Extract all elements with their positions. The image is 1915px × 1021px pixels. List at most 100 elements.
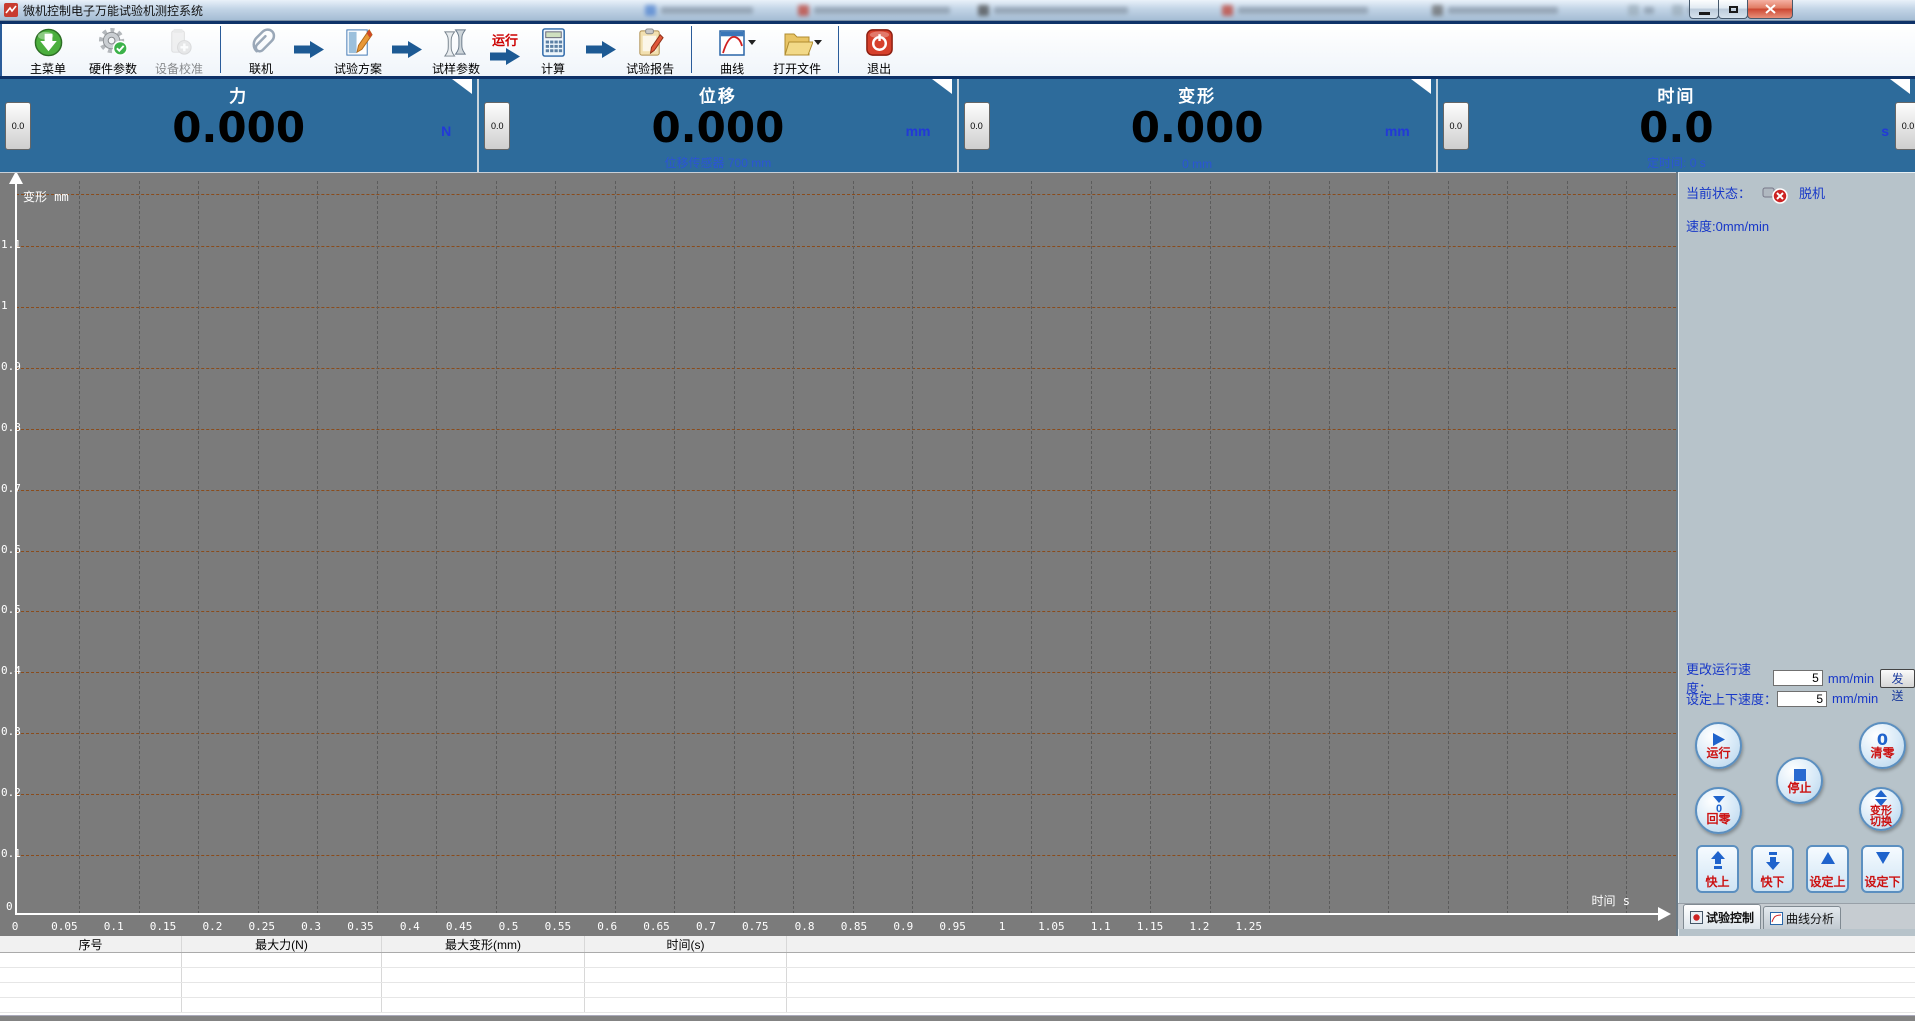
toolbar-button-14[interactable]: 曲线 [709,26,757,77]
y-tick-label: 0.8 [1,420,21,434]
round-button-label: 停止 [1787,780,1812,795]
x-tick-label: 0.65 [643,920,670,933]
close-button[interactable] [1747,0,1793,19]
workflow-arrow-icon [586,26,617,72]
dropdown-caret-icon[interactable] [814,40,823,45]
jog-button-0[interactable]: 快上 [1696,845,1739,893]
round-button-1[interactable]: 0 清零 [1859,722,1906,769]
v-gridline [1447,181,1449,914]
minimize-button[interactable] [1689,0,1719,19]
window-title: 微机控制电子万能试验机测控系统 [23,3,204,18]
toolbar-button-10[interactable]: 计算 [530,26,576,77]
v-gridline [138,181,140,914]
x-tick-label: 0.45 [445,920,473,933]
v-gridline [1090,181,1092,914]
toolbar-button-label: 硬件参数 [89,62,138,76]
table-cell [382,983,585,997]
window-controls [1689,0,1793,19]
workflow-arrow-icon [392,26,423,72]
table-cell [382,968,585,982]
toolbar-button-12[interactable]: 试验报告 [626,26,674,77]
zero-icon: 0 [1876,730,1889,749]
table-cell [0,968,182,982]
side-tab-1[interactable]: 曲线分析 [1763,906,1842,929]
x-tick-label: 0.9 [893,920,914,933]
toolbar-button-15[interactable]: 打开文件 [773,26,823,77]
x-tick-label: 0.2 [202,920,223,933]
jog-button-2[interactable]: 设定上 [1806,845,1849,893]
workflow-arrow-icon: 运行 [490,26,521,72]
app-icon [4,3,18,17]
x-tick-label: 0.1 [103,920,124,933]
jog-button-3[interactable]: 设定下 [1861,845,1904,893]
h-gridline [16,306,1676,308]
x-tick-label: 0 [11,920,19,933]
table-header-cell: 最大力(N) [182,936,382,952]
round-button-2[interactable]: 停止 [1776,757,1823,804]
table-row [0,983,1915,998]
table-cell [585,968,787,982]
v-gridline [1031,181,1032,914]
jog-button-1[interactable]: 快下 [1751,845,1794,893]
x-tick-label: 1 [998,920,1006,933]
toolbar-button-4[interactable]: 联机 [238,26,284,77]
table-header-cell: 时间(s) [585,936,787,952]
y-axis-arrow-icon [9,173,23,184]
readout-value: 0.000 [172,103,306,152]
v-gridline [1150,181,1151,914]
toolbar-button-1[interactable]: 硬件参数 [89,26,137,77]
chart-area: 1.1 1 0.9 0.8 0.7 0.6 0.5 0.4 0.3 0.2 0.1 0 0 0.05 0.1… [0,172,1676,936]
peak-value-box: 0.0 [963,102,990,150]
side-tab-label: 试验控制 [1706,910,1755,925]
readout-panel-2: 0.0 变形 0.000 mm 0 mm [959,79,1438,172]
dropdown-caret-icon[interactable] [748,40,757,45]
readout-unit: N [441,123,452,139]
x-tick-label: 0.8 [794,920,815,933]
toolbar-button-label: 试验方案 [334,62,383,76]
specimen-params-icon [440,26,473,59]
y-tick-label: 0.1 [1,847,21,860]
toolbar-button-label: 联机 [249,62,274,76]
side-tab-bar: 试验控制 曲线分析 [1678,903,1915,929]
toolbar-button-label: 主菜单 [29,62,66,76]
x-tick-label: 0.25 [248,920,276,933]
deform-switch-icon [1874,790,1888,806]
blurred-window-title [798,4,950,17]
updown-speed-input[interactable] [1777,690,1828,707]
round-button-0[interactable]: 运行 [1695,722,1742,769]
v-gridline [495,181,497,914]
x-tick-label: 0.75 [742,920,769,933]
corner-notch-icon [452,79,473,94]
restore-icon [1728,5,1738,13]
send-button[interactable]: 发送 [1880,668,1915,703]
h-gridline [16,611,1676,613]
v-gridline [971,181,973,914]
toolbar-button-8[interactable]: 试样参数 [432,26,480,77]
round-button-4[interactable]: 变形切换 [1859,787,1903,831]
side-tab-0[interactable]: 试验控制 [1683,904,1762,929]
control-panel: 当前状态： 脱机 速度:0mm/min 更改运行速度： mm/min 发送 设定… [1676,172,1915,936]
y-tick-label: 0.2 [1,786,21,800]
results-table: 序号 最大力(N) 最大变形(mm) 时间(s) [0,936,1915,1015]
v-gridline [1388,181,1389,914]
v-gridline [1209,181,1211,914]
x-tick-label: 0.35 [347,920,374,933]
y-tick-label: 1.1 [1,238,21,251]
table-cell [787,953,1915,967]
readout-subtext: 位移传感器 700 mm [664,156,772,170]
calculator-icon [538,26,569,59]
toolbar-button-6[interactable]: 试验方案 [334,26,382,77]
toolbar-button-17[interactable]: 退出 [856,26,902,77]
peak-value-box: 0.0 [1442,102,1469,150]
toolbar-button-0[interactable]: 主菜单 [25,26,71,77]
run-speed-input[interactable] [1772,670,1823,686]
test-report-icon [635,26,666,59]
round-button-3[interactable]: 0 回零 [1695,787,1742,834]
toolbar: 主菜单 硬件参数 设备校准 联机 试验方案 试样参数 运行 计算 试验报告 曲线 打开文件 退出 [0,24,1915,76]
restore-button[interactable] [1718,0,1748,19]
set-up-icon [1820,851,1836,865]
round-button-label: 清零 [1870,746,1895,760]
x-tick-label: 0.55 [544,920,572,933]
toolbar-button-label: 设备校准 [155,62,204,76]
x-tick-label: 0.5 [498,920,519,933]
